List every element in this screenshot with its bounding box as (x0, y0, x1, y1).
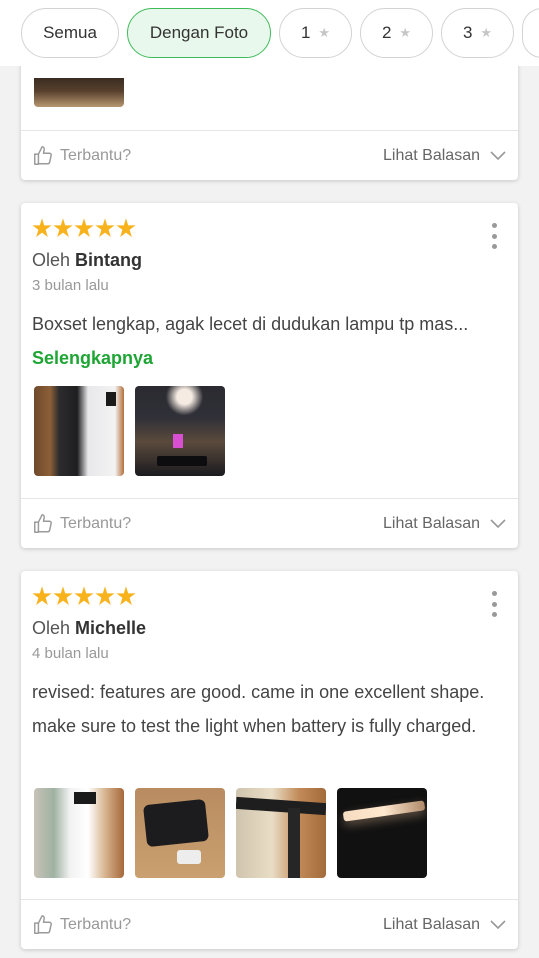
review-date: 4 bulan lalu (32, 645, 109, 662)
more-options-icon[interactable] (490, 591, 498, 617)
author-prefix: Oleh (32, 618, 71, 638)
review-photo[interactable] (34, 788, 124, 878)
filter-chip-2-star[interactable]: 2 ★ (360, 8, 433, 58)
star-icon (74, 218, 94, 237)
chevron-down-icon (490, 518, 506, 529)
review-photo[interactable] (135, 386, 225, 476)
filter-chip-label: Dengan Foto (149, 23, 249, 42)
filter-chip-label: Semua (43, 23, 97, 42)
thumbs-up-icon (32, 145, 54, 167)
review-photo[interactable] (34, 78, 124, 107)
review-text: Boxset lengkap, agak lecet di dudukan la… (32, 307, 502, 375)
star-icon (116, 586, 136, 605)
review-footer: Terbantu? Lihat Balasan (21, 899, 518, 949)
view-replies-button[interactable]: Lihat Balasan (383, 916, 506, 934)
thumbs-up-icon (32, 914, 54, 936)
star-icon (74, 586, 94, 605)
review-photos (34, 386, 225, 476)
view-replies-button[interactable]: Lihat Balasan (383, 147, 506, 165)
filter-chip-label: 3 (462, 23, 473, 42)
helpful-label: Terbantu? (60, 915, 132, 933)
helpful-button[interactable]: Terbantu? (32, 914, 131, 936)
filter-chip-label: 1 (300, 23, 311, 42)
review-author: Oleh Michelle (32, 618, 146, 639)
review-date: 3 bulan lalu (32, 277, 109, 294)
filter-chip-label: 2 (381, 23, 392, 42)
author-prefix: Oleh (32, 250, 71, 270)
filter-chip-partial[interactable] (522, 8, 539, 58)
review-footer: Terbantu? Lihat Balasan (21, 130, 518, 180)
view-replies-button[interactable]: Lihat Balasan (383, 515, 506, 533)
star-icon (32, 586, 52, 605)
filter-chip-all[interactable]: Semua (21, 8, 119, 58)
review-card: Oleh Bintang 3 bulan lalu Boxset lengkap… (21, 203, 518, 548)
chevron-down-icon (490, 919, 506, 930)
helpful-label: Terbantu? (60, 514, 132, 532)
review-photos (34, 788, 427, 878)
review-photo[interactable] (337, 788, 427, 878)
rating-filter-bar: Semua Dengan Foto 1 ★ 2 ★ 3 ★ (0, 0, 539, 66)
review-text-content: Boxset lengkap, agak lecet di dudukan la… (32, 314, 469, 334)
review-author: Oleh Bintang (32, 250, 142, 271)
review-photo[interactable] (135, 788, 225, 878)
review-photo[interactable] (34, 386, 124, 476)
chevron-down-icon (490, 150, 506, 161)
review-card: Oleh Michelle 4 bulan lalu revised: feat… (21, 571, 518, 949)
author-name: Bintang (75, 250, 143, 270)
view-replies-label: Lihat Balasan (383, 146, 480, 164)
filter-chip-3-star[interactable]: 3 ★ (441, 8, 514, 58)
view-replies-label: Lihat Balasan (383, 514, 480, 532)
filter-chip-1-star[interactable]: 1 ★ (279, 8, 352, 58)
star-icon (53, 586, 73, 605)
star-icon: ★ (399, 25, 412, 40)
helpful-label: Terbantu? (60, 146, 132, 164)
rating-stars (32, 218, 136, 238)
author-name: Michelle (75, 618, 147, 638)
star-icon (53, 218, 73, 237)
star-icon: ★ (318, 25, 331, 40)
helpful-button[interactable]: Terbantu? (32, 513, 131, 535)
view-replies-label: Lihat Balasan (383, 915, 480, 933)
reviews-page: Semua Dengan Foto 1 ★ 2 ★ 3 ★ Terbantu? (0, 0, 539, 958)
filter-chip-with-photo[interactable]: Dengan Foto (127, 8, 271, 58)
review-footer: Terbantu? Lihat Balasan (21, 498, 518, 548)
review-text: revised: features are good. came in one … (32, 682, 485, 736)
star-icon (32, 218, 52, 237)
more-options-icon[interactable] (490, 223, 498, 249)
thumbs-up-icon (32, 513, 54, 535)
review-photo[interactable] (236, 788, 326, 878)
rating-stars (32, 586, 136, 606)
star-icon (95, 586, 115, 605)
star-icon: ★ (480, 25, 493, 40)
helpful-button[interactable]: Terbantu? (32, 145, 131, 167)
read-more-link[interactable]: Selengkapnya (32, 348, 153, 368)
star-icon (95, 218, 115, 237)
star-icon (116, 218, 136, 237)
